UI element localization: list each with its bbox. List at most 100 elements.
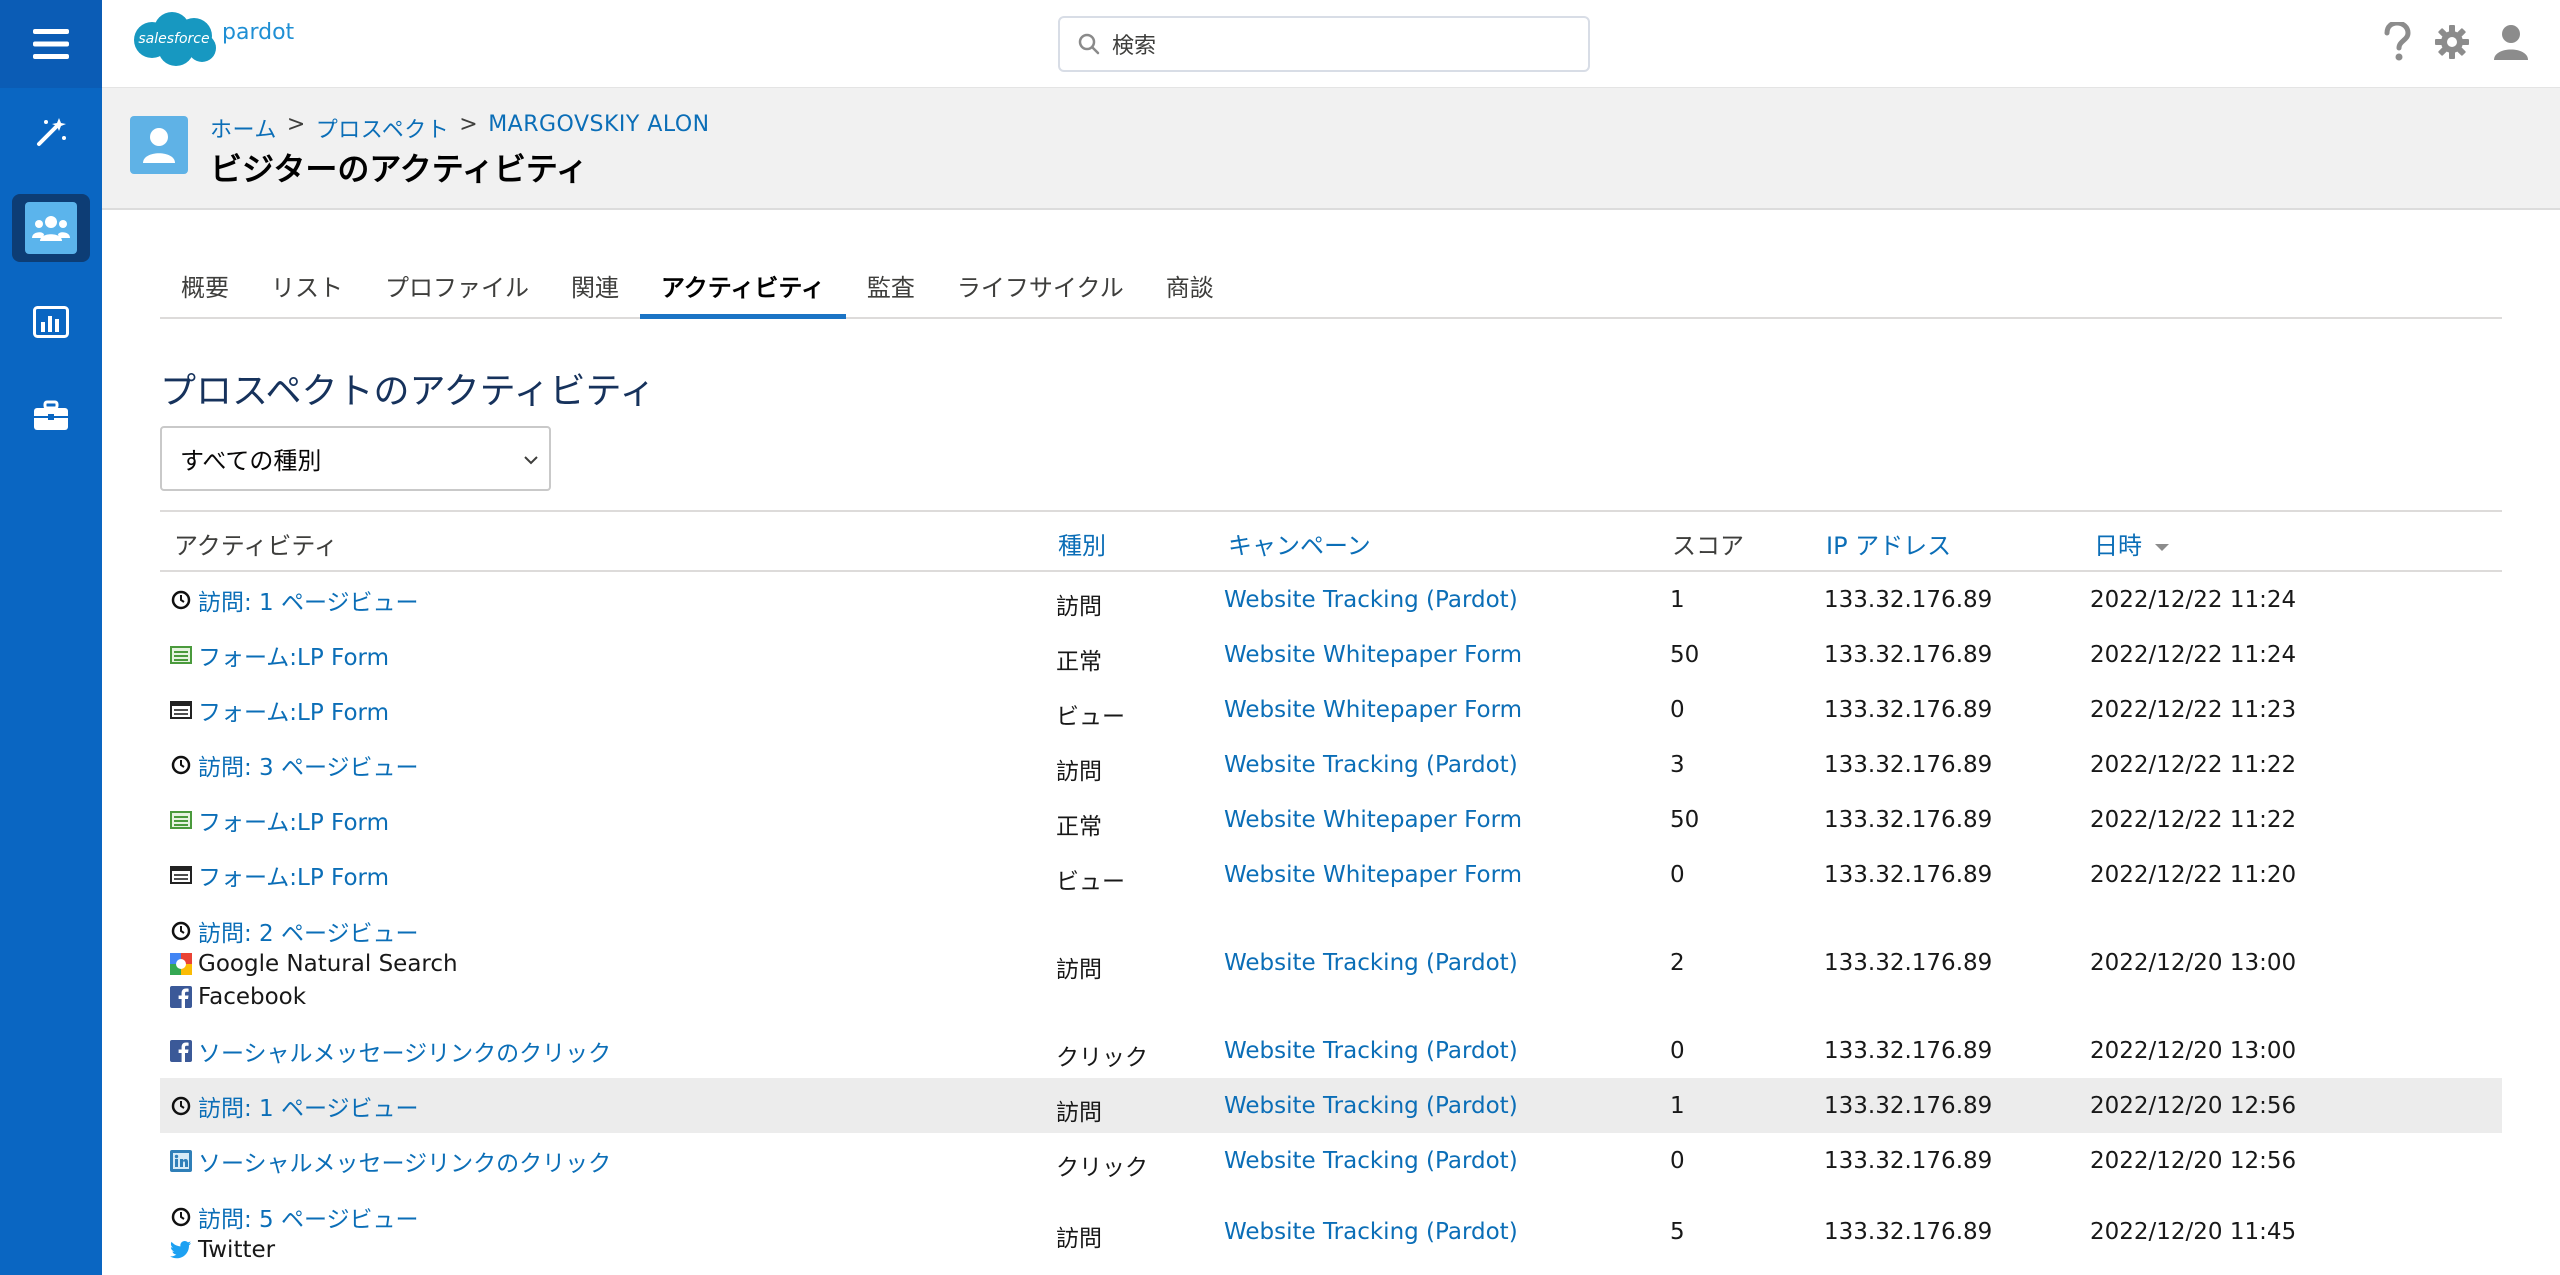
ip-address: 133.32.176.89 (1824, 807, 1993, 833)
activity-cell: 訪問: 3 ページビュー (170, 748, 419, 781)
breadcrumb-home[interactable]: ホーム (210, 112, 277, 144)
header-type[interactable]: 種別 (1058, 526, 1106, 561)
campaign-link[interactable]: Website Tracking (Pardot) (1224, 950, 1518, 976)
score-value: 1 (1670, 587, 1685, 613)
activity-source: Google Natural Search (198, 950, 458, 977)
twitter-icon (170, 1239, 192, 1261)
table-row[interactable]: 訪問: 2 ページビュー Google Natural Search Faceboo… (160, 902, 2502, 1023)
activity-line: ソーシャルメッセージリンクのクリック (170, 1034, 611, 1067)
global-search[interactable]: 検索 (1058, 16, 1590, 72)
table-row[interactable]: 訪問: 3 ページビュー 訪問 Website Tracking (Pardot) 3… (160, 737, 2502, 792)
activity-cell: ソーシャルメッセージリンクのクリック (170, 1144, 611, 1177)
campaign-link[interactable]: Website Whitepaper Form (1224, 862, 1522, 888)
ip-address: 133.32.176.89 (1824, 697, 1993, 723)
score-value: 3 (1670, 752, 1685, 778)
users-icon (32, 216, 70, 241)
activity-line: フォーム:LP Form (170, 858, 389, 891)
activity-link[interactable]: フォーム:LP Form (198, 858, 389, 892)
activity-link[interactable]: 訪問: 3 ページビュー (198, 748, 419, 782)
activity-line: Twitter (170, 1233, 419, 1266)
activity-type: ビュー (1056, 704, 1125, 730)
campaign-link[interactable]: Website Tracking (Pardot) (1224, 752, 1518, 778)
breadcrumb-prospects[interactable]: プロスペクト (316, 112, 449, 144)
breadcrumb-record[interactable]: MARGOVSKIY ALON (488, 112, 709, 144)
campaign-link[interactable]: Website Tracking (Pardot) (1224, 1093, 1518, 1119)
table-row[interactable]: フォーム:LP Form ビュー Website Whitepaper Form 0 1… (160, 847, 2502, 902)
ip-address: 133.32.176.89 (1824, 587, 1993, 613)
ip-address: 133.32.176.89 (1824, 950, 1993, 976)
nav-reports[interactable] (0, 276, 102, 368)
campaign-link[interactable]: Website Tracking (Pardot) (1224, 1038, 1518, 1064)
activity-link[interactable]: ソーシャルメッセージリンクのクリック (198, 1034, 611, 1068)
activity-line: 訪問: 3 ページビュー (170, 748, 419, 781)
prospect-avatar (130, 116, 188, 174)
settings-gear-icon[interactable] (2434, 24, 2470, 60)
activity-type: 訪問 (1056, 759, 1102, 785)
header-date[interactable]: 日時 (2094, 526, 2170, 561)
clock-icon (170, 1095, 192, 1117)
activity-link[interactable]: 訪問: 2 ページビュー (198, 914, 419, 948)
score-value: 50 (1670, 807, 1700, 833)
activity-line: フォーム:LP Form (170, 693, 389, 726)
table-row[interactable]: フォーム:LP Form 正常 Website Whitepaper Form 50 1… (160, 627, 2502, 682)
activity-table: アクティビティ 種別 キャンペーン スコア IP アドレス 日時 訪問: 1 ペ… (160, 510, 2502, 1275)
activity-cell: 訪問: 1 ページビュー (170, 1089, 419, 1122)
tab-related[interactable]: 関連 (550, 252, 640, 317)
ip-address: 133.32.176.89 (1824, 752, 1993, 778)
activity-cell: 訪問: 1 ページビュー (170, 583, 419, 616)
activity-link[interactable]: 訪問: 1 ページビュー (198, 583, 419, 617)
campaign-link[interactable]: Website Tracking (Pardot) (1224, 1148, 1518, 1174)
score-value: 0 (1670, 862, 1685, 888)
table-header: アクティビティ 種別 キャンペーン スコア IP アドレス 日時 (160, 510, 2502, 572)
campaign-link[interactable]: Website Tracking (Pardot) (1224, 1219, 1518, 1245)
activity-link[interactable]: ソーシャルメッセージリンクのクリック (198, 1144, 611, 1178)
clock-icon (170, 920, 192, 942)
table-row[interactable]: ソーシャルメッセージリンクのクリック クリック Website Tracking (… (160, 1023, 2502, 1078)
campaign-link[interactable]: Website Whitepaper Form (1224, 697, 1522, 723)
score-value: 0 (1670, 1038, 1685, 1064)
activity-link[interactable]: フォーム:LP Form (198, 693, 389, 727)
ip-address: 133.32.176.89 (1824, 642, 1993, 668)
hamburger-icon[interactable] (31, 27, 71, 61)
pardot-logo[interactable]: salesforce pardot (130, 10, 294, 68)
breadcrumb-separator: > (286, 112, 306, 137)
search-input[interactable]: 検索 (1112, 28, 1156, 60)
campaign-link[interactable]: Website Whitepaper Form (1224, 642, 1522, 668)
activity-date: 2022/12/22 11:20 (2090, 862, 2297, 888)
nav-marketing[interactable] (0, 86, 102, 178)
salesforce-wordmark: salesforce (138, 31, 210, 47)
tab-lifecycle[interactable]: ライフサイクル (936, 252, 1145, 317)
nav-admin[interactable] (0, 370, 102, 462)
activity-date: 2022/12/22 11:24 (2090, 642, 2297, 668)
tab-overview[interactable]: 概要 (160, 252, 250, 317)
nav-prospects[interactable] (0, 182, 102, 274)
campaign-link[interactable]: Website Whitepaper Form (1224, 807, 1522, 833)
help-icon[interactable] (2382, 22, 2412, 62)
header-campaign[interactable]: キャンペーン (1228, 526, 1371, 561)
tab-lists[interactable]: リスト (250, 252, 364, 317)
table-row[interactable]: ソーシャルメッセージリンクのクリック クリック Website Tracking (… (160, 1133, 2502, 1188)
activity-link[interactable]: フォーム:LP Form (198, 638, 389, 672)
table-row[interactable]: フォーム:LP Form 正常 Website Whitepaper Form 50 1… (160, 792, 2502, 847)
header-ip[interactable]: IP アドレス (1826, 526, 1951, 561)
tab-opportunities[interactable]: 商談 (1145, 252, 1235, 317)
activity-link[interactable]: フォーム:LP Form (198, 803, 389, 837)
tab-profile[interactable]: プロファイル (364, 252, 550, 317)
person-icon (143, 128, 175, 163)
table-row[interactable]: 訪問: 1 ページビュー 訪問 Website Tracking (Pardot) 1… (160, 572, 2502, 627)
table-row[interactable]: フォーム:LP Form ビュー Website Whitepaper Form 0 1… (160, 682, 2502, 737)
activity-link[interactable]: 訪問: 1 ページビュー (198, 1089, 419, 1123)
tab-audit[interactable]: 監査 (846, 252, 936, 317)
table-row[interactable]: 訪問: 1 ページビュー 訪問 Website Tracking (Pardot) 1… (160, 1078, 2502, 1133)
form-black-icon (170, 864, 192, 886)
activity-line: 訪問: 1 ページビュー (170, 583, 419, 616)
activity-link[interactable]: 訪問: 5 ページビュー (198, 1200, 419, 1234)
user-profile-icon[interactable] (2492, 23, 2530, 61)
table-row[interactable]: 訪問: 5 ページビュー Twitter 訪問 Website Tracking (P… (160, 1188, 2502, 1275)
ip-address: 133.32.176.89 (1824, 1219, 1993, 1245)
menu-toggle[interactable] (0, 0, 102, 88)
campaign-link[interactable]: Website Tracking (Pardot) (1224, 587, 1518, 613)
tab-activities[interactable]: アクティビティ (640, 252, 846, 319)
score-value: 0 (1670, 697, 1685, 723)
activity-type-filter[interactable]: すべての種別 (160, 426, 551, 491)
